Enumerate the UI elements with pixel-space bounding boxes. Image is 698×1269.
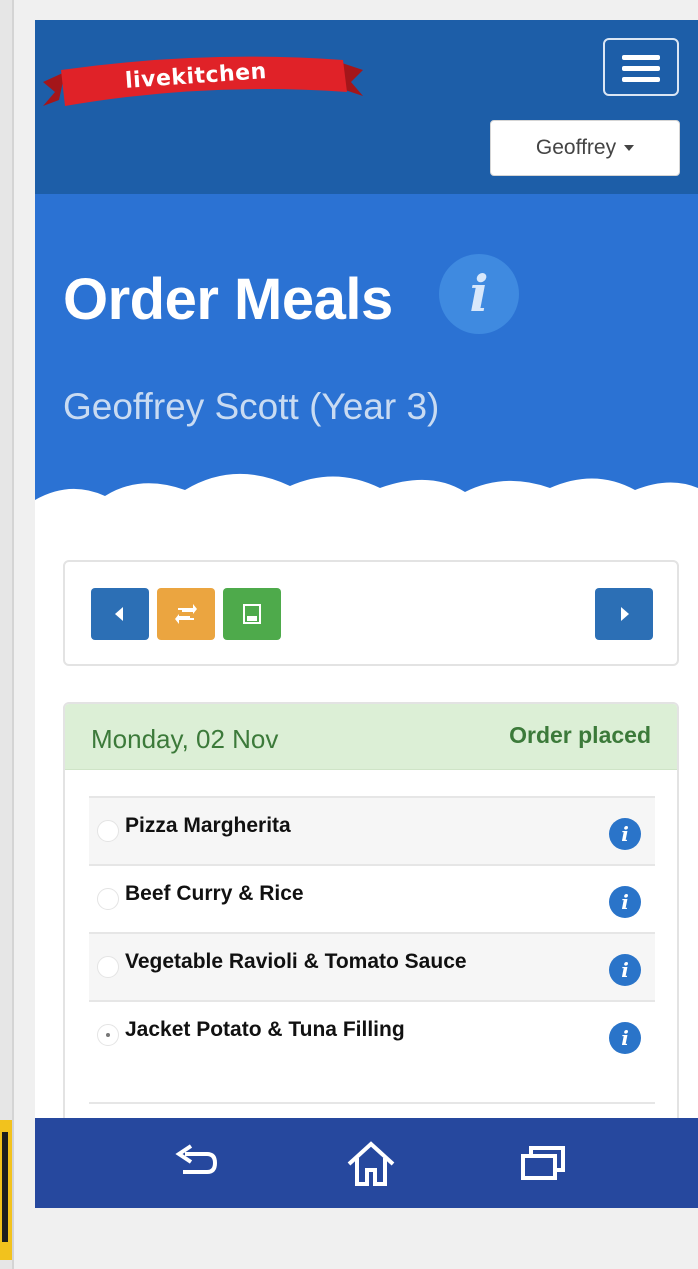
meal-option-row[interactable]: Beef Curry & Rice i	[89, 864, 655, 932]
top-navbar: livekitchen Geoffrey	[35, 20, 698, 194]
meal-label: Beef Curry & Rice	[125, 882, 304, 905]
order-status: Order placed	[509, 722, 651, 748]
user-dropdown-button[interactable]: Geoffrey	[490, 120, 680, 176]
chevron-left-icon	[115, 607, 123, 621]
hamburger-icon	[622, 55, 660, 60]
day-panel: Monday, 02 Nov Order placed Pizza Marghe…	[63, 702, 679, 1132]
meal-info-icon[interactable]: i	[609, 954, 641, 986]
chevron-right-icon	[621, 607, 629, 621]
meal-label: Jacket Potato & Tuna Filling	[125, 1018, 405, 1041]
repeat-order-button[interactable]	[157, 588, 215, 640]
system-navigation-bar	[35, 1118, 698, 1208]
meal-info-icon[interactable]: i	[609, 1022, 641, 1054]
day-header: Monday, 02 Nov Order placed	[65, 704, 677, 770]
pupil-name: Geoffrey Scott (Year 3)	[63, 386, 440, 427]
meal-option-row[interactable]: Vegetable Ravioli & Tomato Sauce i	[89, 932, 655, 1000]
repeat-icon	[175, 604, 197, 624]
hamburger-icon-bar	[622, 77, 660, 82]
meal-radio-selected[interactable]	[97, 1024, 119, 1046]
previous-week-button[interactable]	[91, 588, 149, 640]
meal-radio[interactable]	[97, 888, 119, 910]
hamburger-icon-bar	[622, 66, 660, 71]
meal-label: Pizza Margherita	[125, 814, 291, 837]
home-icon[interactable]	[343, 1140, 399, 1188]
menu-toggle-button[interactable]	[603, 38, 679, 96]
week-toolbar	[63, 560, 679, 666]
caret-down-icon	[624, 145, 635, 151]
meal-info-icon[interactable]: i	[609, 886, 641, 918]
meal-info-icon[interactable]: i	[609, 818, 641, 850]
day-date: Monday, 02 Nov	[91, 724, 279, 754]
save-order-button[interactable]	[223, 588, 281, 640]
page-title: Order Meals	[63, 267, 393, 332]
save-icon	[243, 604, 261, 624]
meal-option-row[interactable]: Jacket Potato & Tuna Filling i	[89, 1000, 655, 1068]
edge-sticker	[0, 1120, 12, 1260]
back-icon[interactable]	[171, 1140, 223, 1184]
info-icon[interactable]: i	[439, 254, 519, 334]
screen-left-edge	[0, 0, 14, 1269]
recents-icon[interactable]	[517, 1140, 569, 1184]
meal-radio[interactable]	[97, 956, 119, 978]
next-week-button[interactable]	[595, 588, 653, 640]
cloud-divider	[35, 473, 698, 540]
phone-screen: livekitchen Geoffrey Order Meals i Geoff…	[35, 20, 698, 1208]
meal-radio[interactable]	[97, 820, 119, 842]
meal-label: Vegetable Ravioli & Tomato Sauce	[125, 950, 467, 973]
meal-option-row[interactable]: Pizza Margherita i	[89, 796, 655, 864]
brand-logo[interactable]: livekitchen	[43, 48, 363, 118]
user-dropdown-label: Geoffrey	[535, 136, 617, 159]
